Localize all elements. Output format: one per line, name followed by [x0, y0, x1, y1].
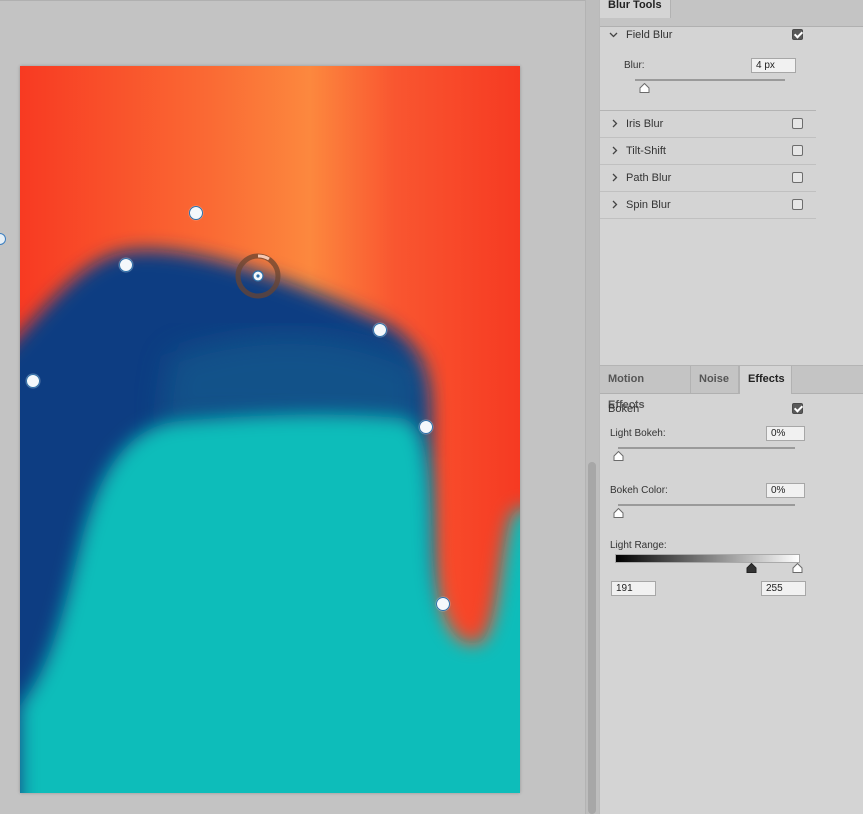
active-blur-pin[interactable]: [235, 253, 281, 299]
blur-amount-field[interactable]: 4 px: [751, 58, 796, 73]
field-blur-label: Field Blur: [626, 29, 673, 41]
scrollbar-thumb[interactable]: [588, 462, 596, 814]
field-blur-checkbox[interactable]: [792, 29, 803, 40]
blur-pin[interactable]: [436, 597, 450, 611]
blur-pin[interactable]: [419, 420, 433, 434]
blur-slider-thumb[interactable]: [639, 83, 650, 93]
blur-item-tilt-shift[interactable]: Tilt-Shift: [600, 138, 816, 165]
light-bokeh-slider-thumb[interactable]: [613, 451, 624, 461]
bokeh-color-label: Bokeh Color:: [610, 485, 668, 496]
light-range-high-thumb[interactable]: [792, 563, 803, 573]
blur-item-label: Tilt-Shift: [626, 145, 666, 157]
blur-item-label: Path Blur: [626, 172, 672, 184]
blur-item-iris[interactable]: Iris Blur: [600, 111, 816, 138]
blur-pin[interactable]: [373, 323, 387, 337]
chevron-right-icon[interactable]: [610, 200, 619, 209]
blur-item-label: Iris Blur: [626, 118, 664, 130]
tab-label: Noise: [699, 373, 729, 385]
chevron-right-icon[interactable]: [610, 119, 619, 128]
chevron-down-icon[interactable]: [609, 30, 618, 39]
tab-blur-tools[interactable]: Blur Tools: [600, 0, 671, 18]
blur-item-path[interactable]: Path Blur: [600, 165, 816, 192]
iris-blur-checkbox[interactable]: [792, 118, 803, 129]
blur-item-label: Spin Blur: [626, 199, 671, 211]
blur-pin[interactable]: [119, 258, 133, 272]
chevron-right-icon[interactable]: [610, 173, 619, 182]
path-blur-checkbox[interactable]: [792, 172, 803, 183]
tab-label: Blur Tools: [608, 0, 662, 11]
light-bokeh-field[interactable]: 0%: [766, 426, 805, 441]
light-bokeh-label: Light Bokeh:: [610, 428, 666, 439]
blur-amount-label: Blur:: [624, 60, 645, 71]
blur-slider-track[interactable]: [635, 79, 785, 81]
document-canvas[interactable]: [20, 66, 520, 793]
effects-tabbar: Motion Effects Noise Effects: [600, 366, 863, 411]
bokeh-checkbox[interactable]: [792, 403, 803, 414]
tab-effects[interactable]: Effects: [739, 366, 792, 394]
light-range-high-field[interactable]: 255: [761, 581, 806, 596]
bokeh-color-field[interactable]: 0%: [766, 483, 805, 498]
offscreen-blur-pin[interactable]: [0, 233, 6, 245]
blur-tools-tabbar: Blur Tools: [600, 0, 863, 27]
light-range-low-thumb[interactable]: [746, 563, 757, 573]
bokeh-label: Bokeh: [608, 403, 640, 415]
chevron-right-icon[interactable]: [610, 146, 619, 155]
spin-blur-checkbox[interactable]: [792, 199, 803, 210]
bokeh-color-slider-track[interactable]: [618, 504, 795, 506]
light-range-low-field[interactable]: 191: [611, 581, 656, 596]
tab-motion-effects[interactable]: Motion Effects: [600, 366, 691, 411]
blur-item-spin[interactable]: Spin Blur: [600, 192, 816, 219]
light-range-label: Light Range:: [610, 540, 667, 551]
blur-pin[interactable]: [26, 374, 40, 388]
canvas-workspace[interactable]: [0, 0, 585, 814]
light-range-gradient[interactable]: [615, 554, 800, 563]
tilt-shift-checkbox[interactable]: [792, 145, 803, 156]
blur-panel: Blur Tools Field Blur Blur: 4 px Iris Bl…: [599, 0, 863, 814]
light-bokeh-slider-track[interactable]: [618, 447, 795, 449]
canvas-image: [20, 66, 520, 793]
bokeh-color-slider-thumb[interactable]: [613, 508, 624, 518]
tab-noise[interactable]: Noise: [691, 366, 739, 393]
blur-pin[interactable]: [189, 206, 203, 220]
tab-label: Effects: [748, 373, 785, 385]
